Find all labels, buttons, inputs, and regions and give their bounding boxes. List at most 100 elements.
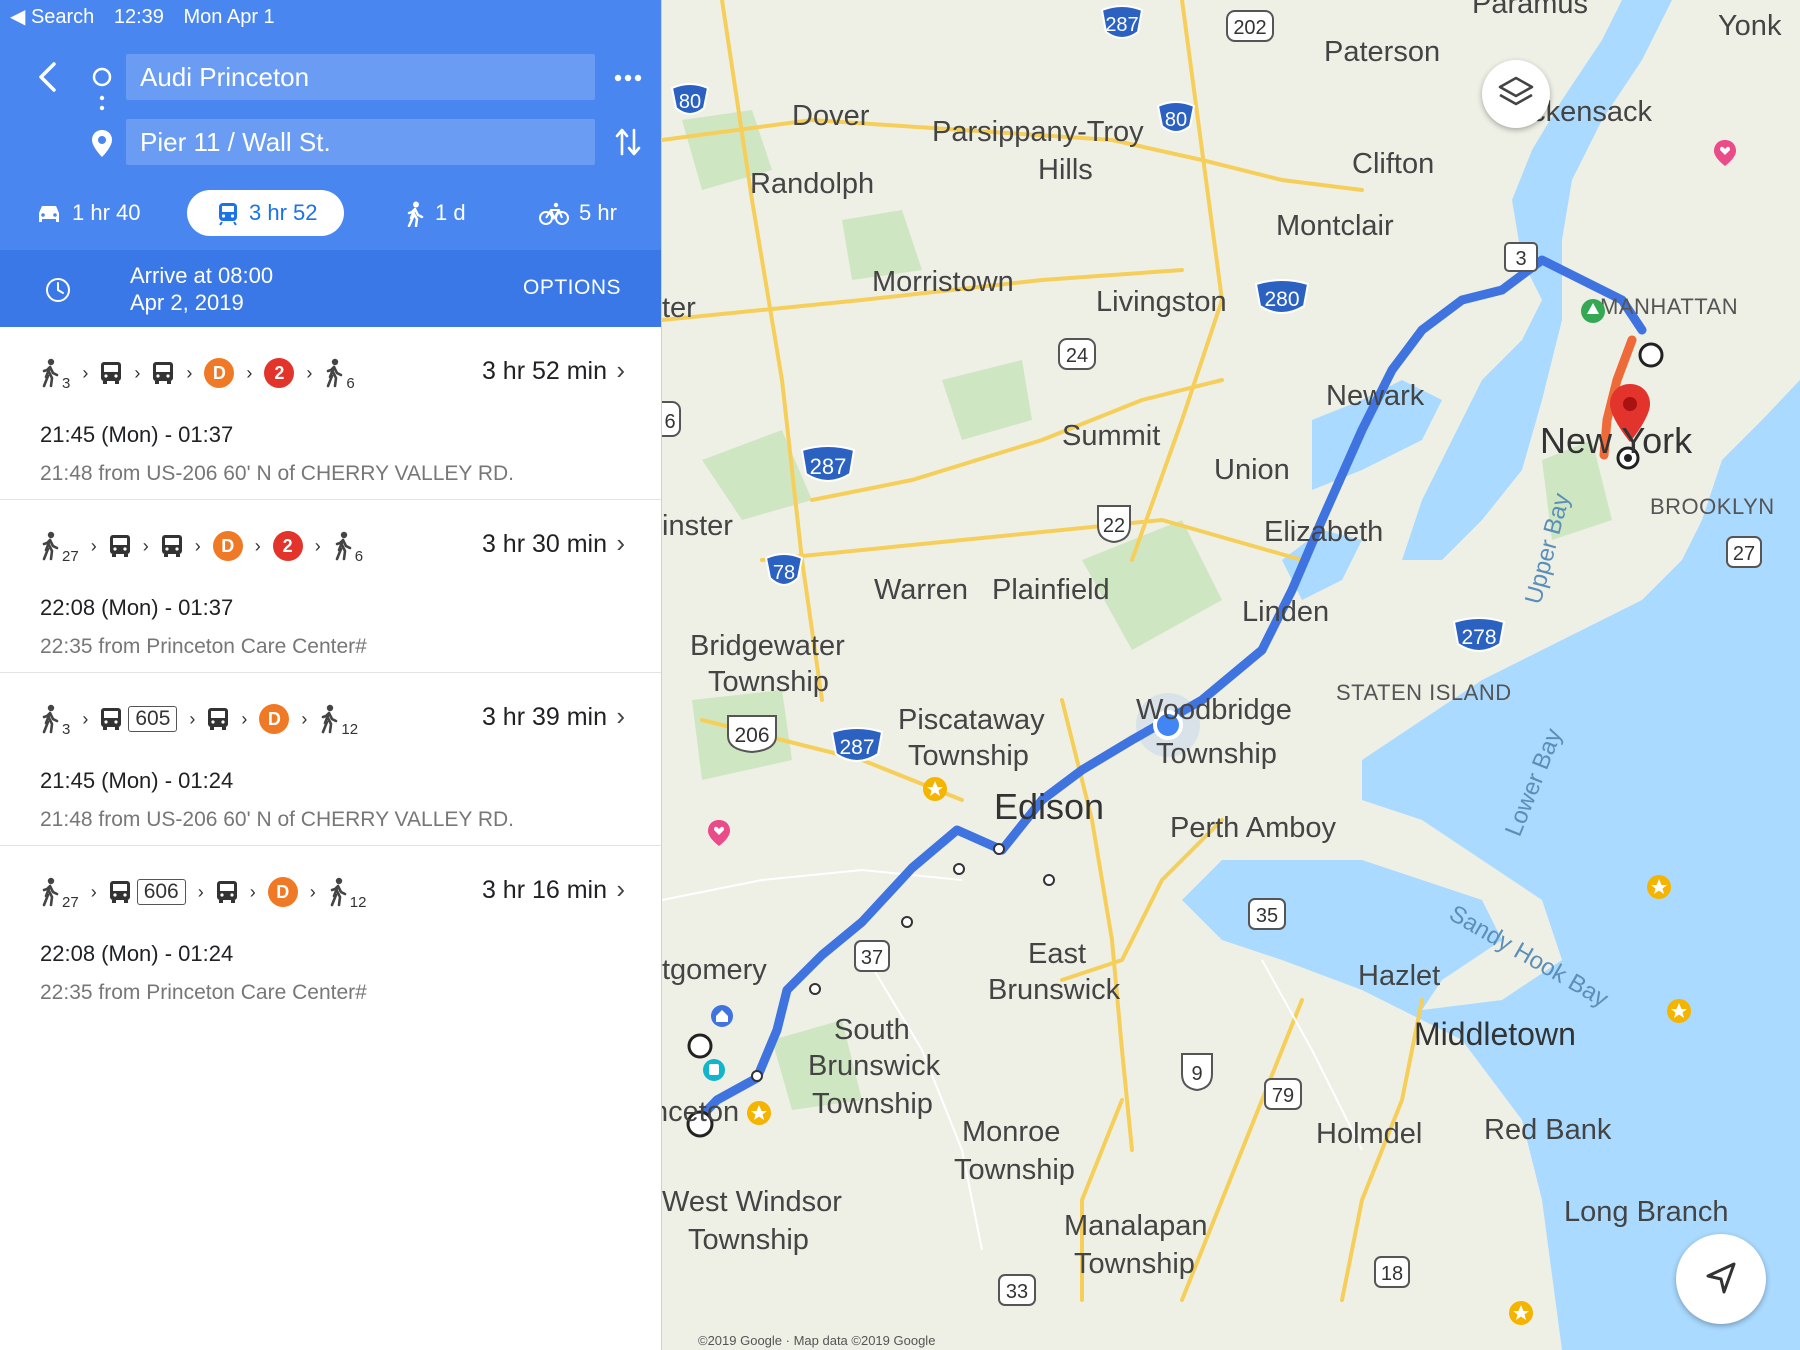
directions-header: ◀ Search 12:39 Mon Apr 1 Audi Princeton … [0, 0, 661, 250]
step-chevron-icon: › [142, 535, 149, 556]
park-poi-icon[interactable] [1580, 298, 1606, 324]
navigate-button[interactable] [1676, 1234, 1766, 1324]
map-label: Montclair [1276, 210, 1394, 242]
svg-text:278: 278 [1461, 626, 1496, 649]
subway-line-d-badge: D [267, 877, 298, 907]
chevron-right-icon[interactable]: › [616, 701, 625, 732]
walk-icon [327, 358, 343, 388]
walk-minutes: 27 [62, 893, 79, 911]
map-label: Township [1156, 738, 1277, 770]
mode-bike[interactable]: 5 hr [539, 190, 617, 236]
interstate-shield-icon: 287 [1100, 5, 1144, 39]
svg-text:24: 24 [1066, 345, 1088, 367]
layers-button[interactable] [1482, 60, 1550, 128]
svg-text:35: 35 [1256, 905, 1278, 927]
map-view[interactable]: Paramus Yonk Paterson Dover Hackensack P… [662, 0, 1800, 1350]
walk-icon [42, 358, 59, 388]
walk-icon [42, 877, 59, 907]
step-chevron-icon: › [309, 881, 316, 902]
map-label: Linden [1242, 596, 1330, 628]
svg-text:37: 37 [861, 947, 883, 969]
heart-poi-icon[interactable] [706, 818, 732, 848]
walk-minutes: 3 [62, 720, 71, 738]
star-poi-icon[interactable] [1666, 998, 1692, 1024]
chevron-right-icon[interactable]: › [616, 355, 625, 386]
step-chevron-icon: › [197, 881, 204, 902]
bus-number-badge: 605 [128, 706, 178, 732]
map-label: MANHATTAN [1600, 294, 1739, 319]
star-poi-icon[interactable] [1508, 1300, 1534, 1326]
subway-line-2-badge: 2 [264, 358, 295, 388]
map-label: Summit [1062, 420, 1161, 452]
star-poi-icon[interactable] [746, 1100, 772, 1126]
map-label: Livingston [1096, 286, 1227, 318]
interstate-shield-icon: 287 [800, 445, 856, 482]
route-departure: 22:35 from Princeton Care Center# [40, 635, 367, 658]
navigation-arrow-icon [1706, 1262, 1736, 1294]
route-steps: 27 › 606 › › D › 12 [40, 872, 366, 912]
interstate-shield-icon: 80 [670, 83, 710, 115]
step-chevron-icon: › [241, 708, 248, 729]
route-option[interactable]: 3 › › › D › 2 › 6 3 hr 52 min › 21:45 (M… [0, 327, 661, 500]
map-base [662, 0, 1800, 1350]
chevron-right-icon[interactable]: › [616, 874, 625, 905]
map-label: Dover [792, 100, 870, 132]
route-times: 22:08 (Mon) - 01:24 [40, 941, 234, 966]
svg-text:33: 33 [1006, 1281, 1028, 1303]
bus-icon [161, 535, 182, 557]
star-poi-icon[interactable] [1646, 874, 1672, 900]
walk-icon [407, 201, 424, 228]
map-copyright: ©2019 Google · Map data ©2019 Google [698, 1333, 936, 1348]
route-departure: 22:35 from Princeton Care Center# [40, 981, 367, 1004]
subway-line-d-badge: D [259, 704, 290, 734]
back-to-search-link[interactable]: ◀ Search [10, 6, 94, 28]
mode-transit-label: 3 hr 52 [249, 200, 318, 225]
map-label: Woodbridge [1136, 694, 1292, 726]
route-option[interactable]: 27 › 606 › › D › 12 3 hr 16 min › 22:08 … [0, 846, 661, 1019]
arrive-time-bar[interactable]: Arrive at 08:00 Apr 2, 2019 OPTIONS [0, 250, 661, 327]
state-route-shield-icon: 24 [1058, 338, 1096, 370]
swap-directions-icon[interactable] [614, 126, 642, 158]
bike-icon [539, 202, 569, 226]
map-label: Piscataway [898, 704, 1045, 736]
back-arrow-icon[interactable] [36, 60, 60, 94]
mode-transit[interactable]: 3 hr 52 [187, 190, 344, 236]
step-chevron-icon: › [82, 362, 89, 383]
step-chevron-icon: › [194, 535, 201, 556]
mode-bike-label: 5 hr [579, 200, 617, 225]
route-option[interactable]: 3 › 605 › › D › 12 3 hr 39 min › 21:45 (… [0, 673, 661, 846]
status-bar: ◀ Search 12:39 Mon Apr 1 [10, 4, 289, 30]
us-route-shield-icon: 22 [1097, 505, 1131, 544]
options-button[interactable]: OPTIONS [523, 276, 621, 300]
map-label: Paterson [1324, 36, 1441, 68]
destination-field[interactable]: Pier 11 / Wall St. [126, 119, 595, 165]
step-chevron-icon: › [90, 881, 97, 902]
step-chevron-icon: › [249, 881, 256, 902]
map-label: Township [688, 1224, 809, 1256]
origin-field[interactable]: Audi Princeton [126, 54, 595, 100]
status-time: 12:39 [113, 6, 164, 28]
star-poi-icon[interactable] [922, 776, 948, 802]
state-route-shield-icon: 33 [998, 1274, 1036, 1306]
map-label: Warren [874, 574, 968, 606]
mode-walk[interactable]: 1 d [405, 190, 466, 236]
chevron-right-icon[interactable]: › [616, 528, 625, 559]
home-poi-icon[interactable] [710, 1004, 734, 1028]
route-option[interactable]: 27 › › › D › 2 › 6 3 hr 30 min › 22:08 (… [0, 500, 661, 673]
interstate-shield-icon: 278 [1452, 617, 1506, 652]
walk-minutes: 27 [62, 547, 79, 565]
svg-text:79: 79 [1272, 1085, 1294, 1107]
route-steps: 3 › › › D › 2 › 6 [40, 353, 355, 393]
transit-poi-icon[interactable] [702, 1058, 726, 1082]
step-chevron-icon: › [90, 535, 97, 556]
map-label: Manalapan [1064, 1210, 1208, 1242]
status-date: Mon Apr 1 [183, 6, 275, 28]
svg-text:280: 280 [1264, 288, 1299, 311]
svg-text:3: 3 [1515, 248, 1526, 270]
walk-icon [330, 877, 347, 907]
map-label: Union [1214, 454, 1290, 486]
heart-poi-icon[interactable] [1712, 138, 1738, 168]
map-label: Township [708, 666, 829, 698]
more-options-icon[interactable] [614, 66, 642, 90]
mode-drive[interactable]: 1 hr 40 [36, 190, 141, 236]
